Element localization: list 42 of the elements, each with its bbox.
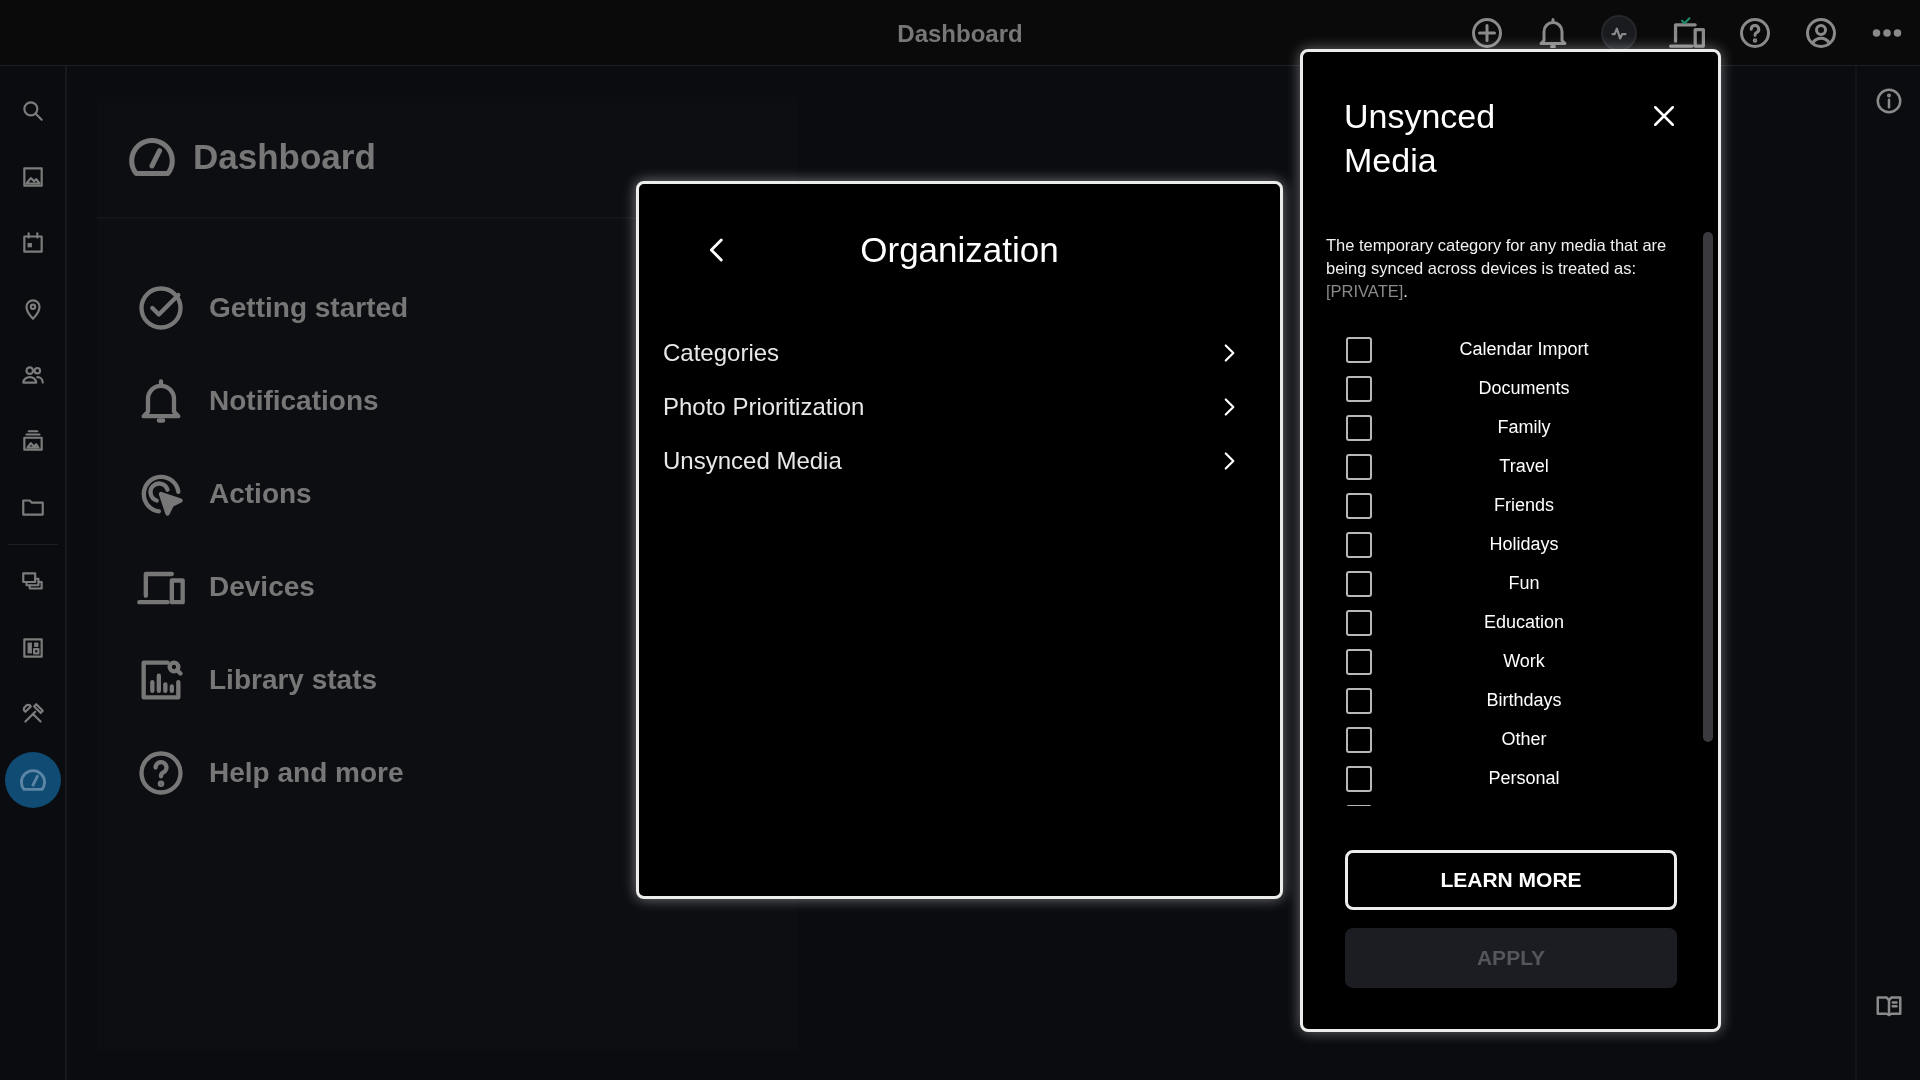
learn-more-button[interactable]: LEARN MORE [1345, 850, 1677, 910]
menu-item[interactable]: Devices [135, 540, 797, 633]
checkbox-label: Holidays [1488, 534, 1560, 555]
checkbox[interactable] [1346, 453, 1372, 480]
checkbox[interactable] [1346, 726, 1372, 753]
checkbox[interactable] [1346, 414, 1372, 441]
scrollbar[interactable] [1703, 232, 1713, 742]
checkbox[interactable] [1346, 531, 1372, 558]
checkbox[interactable] [1346, 765, 1372, 792]
checkbox[interactable] [1346, 336, 1372, 363]
checkbox[interactable] [1346, 687, 1372, 714]
description-text: The temporary category for any media that are being synced across devices is treated as: [PRIVATE]. [1326, 235, 1668, 302]
gauge-icon [129, 138, 175, 176]
panel-title: Dashboard [193, 137, 376, 177]
checkbox-label: Birthdays [1485, 690, 1563, 711]
checkbox-label: Family [1496, 417, 1552, 438]
checkbox-label: Other [1500, 729, 1548, 750]
checkbox[interactable] [1346, 570, 1372, 597]
settings-row[interactable]: Categories [663, 326, 1256, 380]
page-title: Dashboard [897, 20, 1023, 48]
checkbox-label: Fun [1507, 573, 1541, 594]
checkbox-label: Personal [1487, 768, 1561, 789]
synced-devices-icon[interactable] [1667, 14, 1707, 51]
checkbox[interactable] [1346, 375, 1372, 402]
checkbox[interactable] [1346, 648, 1372, 675]
checkbox-label: Documents [1477, 378, 1571, 399]
checkbox-label: Education [1482, 612, 1566, 633]
checkbox-label: Friends [1493, 495, 1555, 516]
checkbox-label: Calendar Import [1458, 339, 1590, 360]
checkbox-label: Travel [1498, 456, 1550, 477]
settings-row[interactable]: Unsynced Media [663, 434, 1256, 488]
menu-item[interactable]: Library stats [135, 633, 797, 726]
category-value: [PRIVATE] [1326, 282, 1404, 300]
activity-button[interactable] [1601, 14, 1637, 51]
settings-row[interactable]: Photo Prioritization [663, 380, 1256, 434]
checkbox[interactable] [1346, 492, 1372, 519]
checkbox-label: Work [1502, 651, 1546, 672]
gauge-icon [19, 769, 46, 791]
checkbox[interactable] [1346, 609, 1372, 636]
dialog-title: Organization [859, 230, 1060, 270]
menu-item[interactable]: Help and more [135, 726, 797, 819]
panel-title: Unsynced Media [1344, 96, 1497, 181]
